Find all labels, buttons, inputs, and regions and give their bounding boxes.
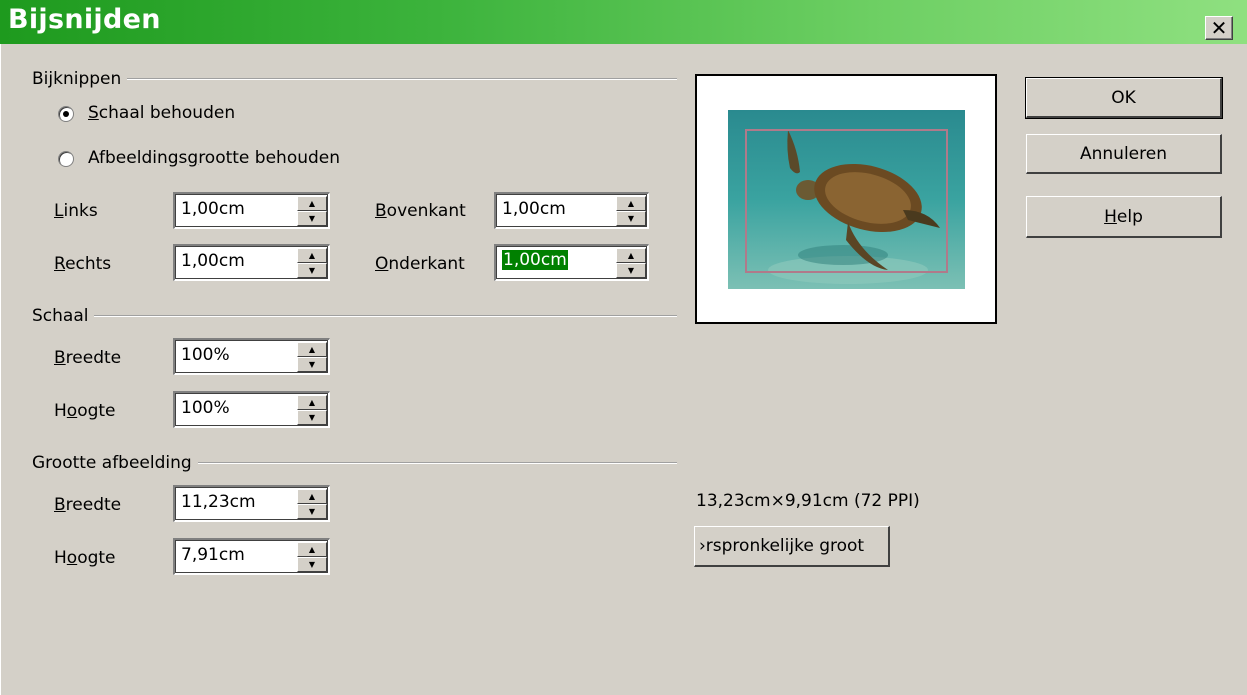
original-size-button[interactable]: ›rspronkelijke groot — [694, 526, 890, 567]
spin-down-icon[interactable]: ▼ — [297, 557, 327, 572]
image-size-group-label: Grootte afbeelding — [32, 453, 198, 473]
spin-up-icon[interactable]: ▲ — [297, 248, 327, 263]
scale-width-label: Breedte — [54, 348, 122, 368]
ok-button[interactable]: OK — [1025, 77, 1223, 119]
image-height-label: Hoogte — [54, 548, 116, 568]
scale-height-value[interactable]: 100% — [181, 398, 230, 418]
scale-width-value[interactable]: 100% — [181, 345, 230, 365]
spin-up-icon[interactable]: ▲ — [297, 196, 327, 211]
right-label: Rechts — [54, 254, 112, 274]
image-width-field[interactable]: 11,23cm ▲ ▼ — [173, 485, 330, 522]
window-frame — [0, 44, 4, 695]
spin-up-icon[interactable]: ▲ — [297, 542, 327, 557]
bottom-spinner[interactable]: ▲ ▼ — [616, 248, 646, 278]
spin-down-icon[interactable]: ▼ — [297, 410, 327, 425]
scale-height-label: Hoogte — [54, 401, 116, 421]
spin-down-icon[interactable]: ▼ — [297, 504, 327, 519]
crop-preview — [695, 74, 997, 324]
right-spinner[interactable]: ▲ ▼ — [297, 248, 327, 278]
left-value[interactable]: 1,00cm — [181, 199, 245, 219]
close-icon: ✕ — [1210, 16, 1228, 40]
image-height-spinner[interactable]: ▲ ▼ — [297, 542, 327, 572]
top-field[interactable]: 1,00cm ▲ ▼ — [494, 192, 649, 229]
help-button[interactable]: Help — [1026, 196, 1222, 238]
spin-up-icon[interactable]: ▲ — [297, 342, 327, 357]
bottom-value[interactable]: 1,00cm — [502, 250, 568, 270]
spin-up-icon[interactable]: ▲ — [616, 196, 646, 211]
spin-up-icon[interactable]: ▲ — [616, 248, 646, 263]
right-value[interactable]: 1,00cm — [181, 251, 245, 271]
bottom-field[interactable]: 1,00cm ▲ ▼ — [494, 244, 649, 281]
image-height-value[interactable]: 7,91cm — [181, 545, 245, 565]
scale-separator — [32, 315, 677, 317]
left-spinner[interactable]: ▲ ▼ — [297, 196, 327, 226]
scale-height-field[interactable]: 100% ▲ ▼ — [173, 391, 330, 428]
spin-down-icon[interactable]: ▼ — [297, 211, 327, 226]
scale-width-field[interactable]: 100% ▲ ▼ — [173, 338, 330, 375]
scale-width-spinner[interactable]: ▲ ▼ — [297, 342, 327, 372]
image-width-label: Breedte — [54, 495, 122, 515]
right-field[interactable]: 1,00cm ▲ ▼ — [173, 244, 330, 281]
left-label: Links — [54, 201, 98, 221]
bottom-label: Onderkant — [375, 254, 465, 274]
spin-down-icon[interactable]: ▼ — [297, 263, 327, 278]
window-title: Bijsnijden — [8, 4, 161, 35]
image-width-value[interactable]: 11,23cm — [181, 492, 256, 512]
spin-up-icon[interactable]: ▲ — [297, 395, 327, 410]
title-bar[interactable] — [0, 0, 1247, 44]
crop-group-label: Bijknippen — [32, 69, 128, 89]
keep-image-size-radio[interactable] — [58, 151, 74, 167]
image-height-field[interactable]: 7,91cm ▲ ▼ — [173, 538, 330, 575]
spin-down-icon[interactable]: ▼ — [616, 263, 646, 278]
sea-turtle-image — [728, 110, 965, 289]
cancel-button[interactable]: Annuleren — [1026, 134, 1222, 174]
image-width-spinner[interactable]: ▲ ▼ — [297, 489, 327, 519]
top-label: Bovenkant — [375, 201, 466, 221]
top-spinner[interactable]: ▲ ▼ — [616, 196, 646, 226]
keep-scale-label[interactable]: Schaal behouden — [88, 103, 235, 123]
image-size-group-header: Grootte afbeelding — [32, 453, 677, 473]
left-field[interactable]: 1,00cm ▲ ▼ — [173, 192, 330, 229]
close-button[interactable]: ✕ — [1205, 16, 1233, 40]
spin-up-icon[interactable]: ▲ — [297, 489, 327, 504]
spin-down-icon[interactable]: ▼ — [297, 357, 327, 372]
original-size-text: 13,23cm×9,91cm (72 PPI) — [696, 491, 920, 511]
top-value[interactable]: 1,00cm — [502, 199, 566, 219]
crop-separator — [32, 78, 677, 80]
scale-group-label: Schaal — [32, 306, 95, 326]
keep-image-size-label[interactable]: Afbeeldingsgrootte behouden — [88, 148, 340, 168]
keep-scale-radio[interactable] — [58, 106, 74, 122]
crop-group-header: Bijknippen — [32, 69, 677, 90]
spin-down-icon[interactable]: ▼ — [616, 211, 646, 226]
scale-group-header: Schaal — [32, 306, 677, 326]
scale-height-spinner[interactable]: ▲ ▼ — [297, 395, 327, 425]
